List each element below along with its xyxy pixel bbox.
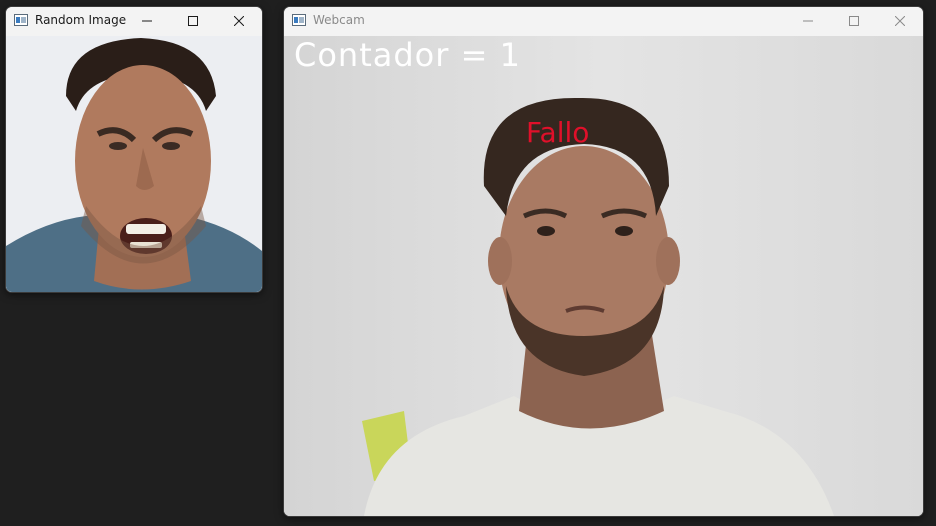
random-image-window[interactable]: Random Image [5, 6, 263, 293]
maximize-icon [849, 16, 859, 26]
webcam-frame-photo [284, 36, 923, 516]
opencv-window-icon [292, 14, 306, 26]
maximize-button[interactable] [170, 7, 216, 36]
opencv-window-icon [14, 14, 28, 26]
webcam-feed: Contador = 1 Fallo [284, 36, 923, 516]
random-image-canvas [6, 36, 262, 292]
minimize-icon [142, 20, 152, 22]
counter-text: Contador = 1 [294, 36, 521, 74]
window-title: Webcam [313, 13, 365, 27]
webcam-titlebar[interactable]: Webcam [284, 7, 923, 36]
minimize-button[interactable] [785, 7, 831, 36]
maximize-button[interactable] [831, 7, 877, 36]
close-button[interactable] [216, 7, 262, 36]
angry-face-photo [6, 36, 262, 292]
result-text: Fallo [526, 116, 590, 149]
maximize-icon [188, 16, 198, 26]
random-image-titlebar[interactable]: Random Image [6, 7, 262, 36]
webcam-window[interactable]: Webcam Contador = 1 Fallo [283, 6, 924, 517]
close-button[interactable] [877, 7, 923, 36]
minimize-icon [803, 20, 813, 22]
close-icon [895, 16, 905, 26]
close-icon [234, 16, 244, 26]
minimize-button[interactable] [124, 7, 170, 36]
window-title: Random Image [35, 13, 127, 27]
